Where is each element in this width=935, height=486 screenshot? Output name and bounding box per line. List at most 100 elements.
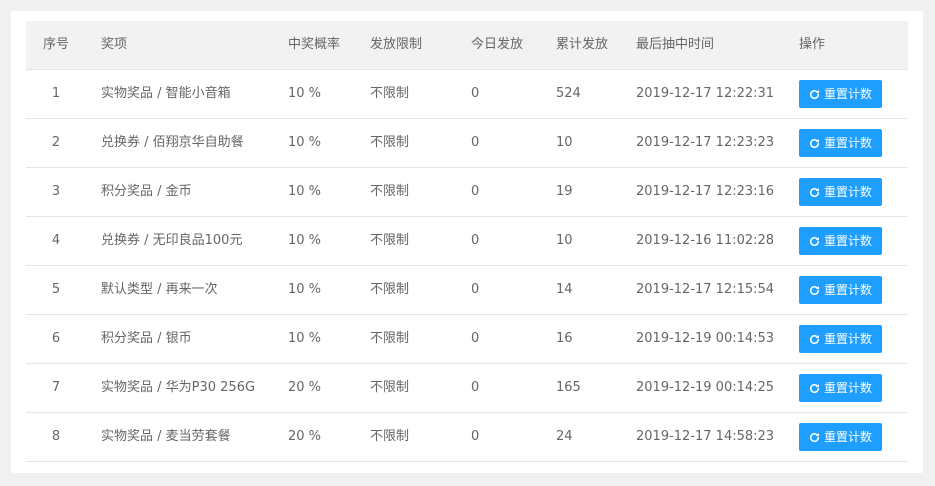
header-operation: 操作: [799, 37, 826, 52]
row-last-time: 2019-12-17 12:15:54: [636, 282, 775, 297]
reset-count-label: 重置计数: [823, 185, 872, 199]
row-probability: 10 %: [288, 233, 322, 248]
row-index: 7: [51, 380, 61, 395]
row-probability: 10 %: [288, 135, 322, 150]
row-today: 0: [471, 331, 480, 346]
reset-count-label: 重置计数: [823, 283, 872, 297]
row-index: 3: [51, 184, 61, 199]
row-probability: 10 %: [288, 184, 322, 199]
row-total: 14: [556, 282, 573, 297]
row-operation: 重置计数: [799, 266, 899, 314]
row-probability: 20 %: [288, 429, 322, 444]
row-limit: 不限制: [370, 429, 410, 444]
row-operation: 重置计数: [799, 217, 899, 265]
row-last-time: 2019-12-17 12:22:31: [636, 86, 775, 101]
header-index: 序号: [42, 37, 69, 52]
row-operation: 重置计数: [799, 70, 899, 118]
row-last-time: 2019-12-17 12:23:23: [636, 135, 775, 150]
row-last-time: 2019-12-16 11:02:28: [636, 233, 775, 248]
header-today: 今日发放: [471, 37, 524, 52]
table-body: 1 实物奖品 / 智能小音箱 10 % 不限制 0 524 2019-12-17 12:22…: [26, 70, 908, 462]
reset-count-label: 重置计数: [823, 430, 872, 444]
table-row: 1 实物奖品 / 智能小音箱 10 % 不限制 0 524 2019-12-17 12:22…: [26, 70, 908, 119]
table-row: 6 积分奖品 / 银币 10 % 不限制 0 16 2019-12-19 00:14:53 重…: [26, 315, 908, 364]
row-probability: 10 %: [288, 86, 322, 101]
row-limit: 不限制: [370, 184, 410, 199]
row-prize: 实物奖品 / 麦当劳套餐: [101, 429, 231, 444]
row-index: 5: [51, 282, 61, 297]
row-total: 10: [556, 135, 573, 150]
header-prize: 奖项: [101, 37, 128, 52]
table-row: 4 兑换券 / 无印良品100元 10 % 不限制 0 10 2019-12-16 11:0…: [26, 217, 908, 266]
row-prize: 实物奖品 / 华为P30 256G: [101, 380, 256, 395]
reset-count-button[interactable]: 重置计数: [799, 423, 882, 451]
row-limit: 不限制: [370, 233, 410, 248]
row-last-time: 2019-12-19 00:14:25: [636, 380, 775, 395]
reset-count-button[interactable]: 重置计数: [799, 80, 882, 108]
row-total: 524: [556, 86, 581, 101]
reset-count-button[interactable]: 重置计数: [799, 276, 882, 304]
reset-count-button[interactable]: 重置计数: [799, 374, 882, 402]
row-limit: 不限制: [370, 282, 410, 297]
row-limit: 不限制: [370, 86, 410, 101]
reset-count-button[interactable]: 重置计数: [799, 178, 882, 206]
row-limit: 不限制: [370, 380, 410, 395]
reset-count-label: 重置计数: [823, 136, 872, 150]
reset-count-label: 重置计数: [823, 332, 872, 346]
row-total: 165: [556, 380, 581, 395]
row-today: 0: [471, 135, 480, 150]
row-today: 0: [471, 184, 480, 199]
reset-count-button[interactable]: 重置计数: [799, 227, 882, 255]
row-prize: 兑换券 / 佰翔京华自助餐: [101, 135, 244, 150]
table-row: 3 积分奖品 / 金币 10 % 不限制 0 19 2019-12-17 12:23:16 重…: [26, 168, 908, 217]
row-today: 0: [471, 86, 480, 101]
row-prize: 积分奖品 / 银币: [101, 331, 192, 346]
table-row: 7 实物奖品 / 华为P30 256G 20 % 不限制 0 165 2019-12-19 …: [26, 364, 908, 413]
row-operation: 重置计数: [799, 168, 899, 216]
row-operation: 重置计数: [799, 413, 899, 461]
row-last-time: 2019-12-19 00:14:53: [636, 331, 775, 346]
row-total: 16: [556, 331, 573, 346]
row-limit: 不限制: [370, 331, 410, 346]
refresh-icon: [809, 285, 824, 296]
refresh-icon: [809, 432, 824, 443]
header-last-time: 最后抽中时间: [636, 37, 715, 52]
row-prize: 积分奖品 / 金币: [101, 184, 192, 199]
row-operation: 重置计数: [799, 119, 899, 167]
reset-count-button[interactable]: 重置计数: [799, 325, 882, 353]
row-limit: 不限制: [370, 135, 410, 150]
row-index: 2: [51, 135, 61, 150]
header-limit: 发放限制: [370, 37, 423, 52]
row-today: 0: [471, 282, 480, 297]
row-total: 10: [556, 233, 573, 248]
row-last-time: 2019-12-17 12:23:16: [636, 184, 775, 199]
row-index: 4: [51, 233, 61, 248]
row-operation: 重置计数: [799, 364, 899, 412]
table-header: 序号 奖项 中奖概率 发放限制 今日发放 累计发放 最后抽中时间 操作: [26, 21, 908, 70]
row-index: 6: [51, 331, 61, 346]
row-prize: 默认类型 / 再来一次: [101, 282, 218, 297]
row-last-time: 2019-12-17 14:58:23: [636, 429, 775, 444]
reset-count-label: 重置计数: [823, 234, 872, 248]
prize-table-card: 序号 奖项 中奖概率 发放限制 今日发放 累计发放 最后抽中时间 操作 1 实物奖…: [11, 11, 923, 473]
refresh-icon: [809, 383, 824, 394]
refresh-icon: [809, 138, 824, 149]
row-today: 0: [471, 233, 480, 248]
row-prize: 实物奖品 / 智能小音箱: [101, 86, 231, 101]
prize-table: 序号 奖项 中奖概率 发放限制 今日发放 累计发放 最后抽中时间 操作 1 实物奖…: [26, 21, 908, 462]
reset-count-label: 重置计数: [823, 381, 872, 395]
reset-count-button[interactable]: 重置计数: [799, 129, 882, 157]
row-prize: 兑换券 / 无印良品100元: [101, 233, 243, 248]
row-total: 19: [556, 184, 573, 199]
row-index: 1: [51, 86, 61, 101]
row-total: 24: [556, 429, 573, 444]
header-total: 累计发放: [556, 37, 609, 52]
refresh-icon: [809, 187, 824, 198]
row-probability: 10 %: [288, 331, 322, 346]
refresh-icon: [809, 236, 824, 247]
row-operation: 重置计数: [799, 315, 899, 363]
table-row: 2 兑换券 / 佰翔京华自助餐 10 % 不限制 0 10 2019-12-17 12:23…: [26, 119, 908, 168]
refresh-icon: [809, 89, 824, 100]
row-index: 8: [51, 429, 61, 444]
row-today: 0: [471, 429, 480, 444]
